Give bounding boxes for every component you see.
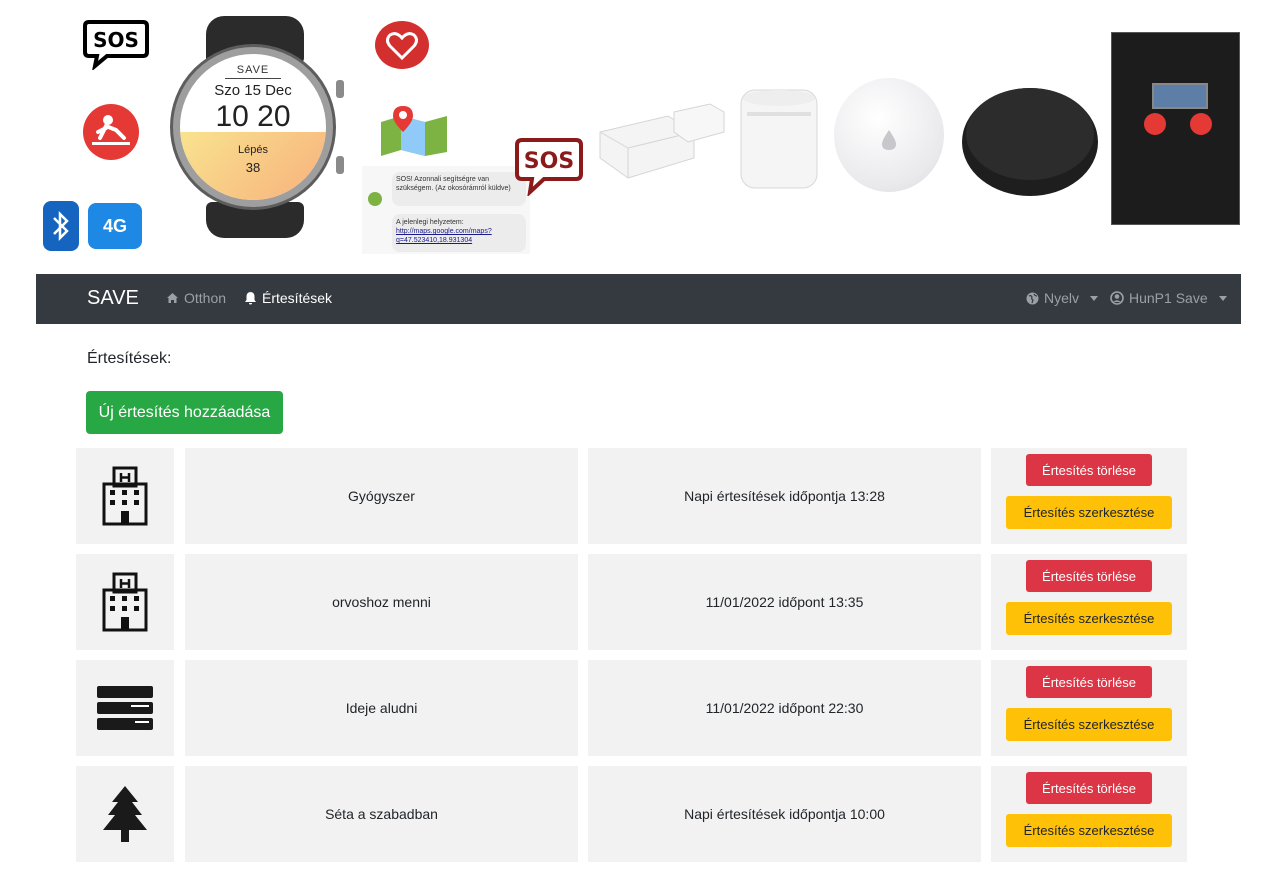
delete-notification-button[interactable]: Értesítés törlése	[1026, 772, 1152, 804]
chevron-down-icon	[1218, 295, 1227, 301]
notification-actions: Értesítés törlése Értesítés szerkesztése	[991, 660, 1187, 756]
notification-time: Napi értesítések időpontja 10:00	[588, 766, 981, 862]
watch-brand: SAVE	[236, 64, 270, 76]
notification-name: Gyógyszer	[185, 448, 578, 544]
user-dropdown[interactable]: HunP1 Save	[1110, 290, 1227, 306]
sos-bubble-icon: SOS	[515, 138, 583, 196]
nav-home-label: Otthon	[184, 290, 227, 306]
notification-time: 11/01/2022 időpont 13:35	[588, 554, 981, 650]
notification-time: 11/01/2022 időpont 22:30	[588, 660, 981, 756]
panel-screen	[1152, 83, 1208, 109]
sms-message-2: A jelenlegi helyzetem: http://maps.googl…	[392, 214, 526, 252]
motion-sensor-image	[740, 89, 818, 189]
hospital-icon	[102, 466, 148, 526]
notification-icon-cell	[76, 554, 174, 650]
notification-actions: Értesítés törlése Értesítés szerkesztése	[991, 448, 1187, 544]
edit-notification-button[interactable]: Értesítés szerkesztése	[1006, 708, 1172, 741]
home-icon	[167, 293, 178, 303]
notification-actions: Értesítés törlése Értesítés szerkesztése	[991, 554, 1187, 650]
globe-icon	[1026, 292, 1039, 304]
lte-label: 4G	[102, 215, 127, 236]
sms-map-link: http://maps.google.com/maps?q=47.523410,…	[396, 228, 492, 244]
product-banner: SOS 4G SAVE Szo 15 Dec 10 20 Lépés 38 SO…	[0, 0, 1271, 262]
smartwatch-image: SAVE Szo 15 Dec 10 20 Lépés 38	[166, 16, 344, 238]
notification-time: Napi értesítések időpontja 13:28	[588, 448, 981, 544]
control-panel-image	[1111, 32, 1240, 225]
delete-notification-button[interactable]: Értesítés törlése	[1026, 666, 1152, 698]
heart-rate-icon	[375, 21, 429, 69]
language-dropdown[interactable]: Nyelv	[1026, 290, 1099, 306]
hospital-icon	[102, 572, 148, 632]
svg-text:SOS: SOS	[524, 149, 574, 174]
bluetooth-icon	[43, 201, 79, 251]
nav-home-link[interactable]: Otthon	[166, 290, 226, 306]
chevron-down-icon	[1090, 295, 1099, 301]
sms-message-2-label: A jelenlegi helyzetem:	[396, 219, 464, 226]
smart-hub-image	[962, 88, 1098, 196]
contact-avatar	[368, 192, 382, 206]
page-title: Értesítések:	[87, 350, 172, 367]
watch-steps-value: 38	[245, 160, 261, 175]
panel-red-button	[1190, 113, 1212, 135]
language-label: Nyelv	[1044, 290, 1080, 306]
delete-notification-button[interactable]: Értesítés törlése	[1026, 454, 1152, 486]
user-circle-icon	[1110, 291, 1124, 305]
watch-time: 10 20	[215, 100, 291, 133]
watch-date: Szo 15 Dec	[214, 82, 292, 99]
map-location-icon	[381, 106, 447, 156]
navbar: SAVE Otthon Értesítések Nyelv HunP1 Save	[36, 274, 1241, 324]
notification-icon-cell	[76, 448, 174, 544]
tree-icon	[103, 786, 147, 842]
notification-actions: Értesítés törlése Értesítés szerkesztése	[991, 766, 1187, 862]
watch-steps-label: Lépés	[238, 144, 268, 156]
lte-icon: 4G	[88, 203, 142, 249]
notification-name: Séta a szabadban	[185, 766, 578, 862]
navbar-brand[interactable]: SAVE	[87, 287, 139, 310]
delete-notification-button[interactable]: Értesítés törlése	[1026, 560, 1152, 592]
edit-notification-button[interactable]: Értesítés szerkesztése	[1006, 814, 1172, 847]
user-label: HunP1 Save	[1129, 290, 1208, 306]
nav-notifications-label: Értesítések	[262, 290, 333, 306]
fall-detection-icon	[83, 104, 139, 160]
notification-name: orvoshoz menni	[185, 554, 578, 650]
edit-notification-button[interactable]: Értesítés szerkesztése	[1006, 602, 1172, 635]
nav-notifications-link[interactable]: Értesítések	[244, 290, 332, 306]
sms-preview: SOS! Azonnali segítségre van szükségem. …	[362, 166, 530, 254]
edit-notification-button[interactable]: Értesítés szerkesztése	[1006, 496, 1172, 529]
add-notification-button[interactable]: Új értesítés hozzáadása	[86, 391, 283, 434]
sos-bubble-icon: SOS	[83, 20, 149, 70]
panel-red-button	[1144, 113, 1166, 135]
bell-icon	[245, 292, 256, 305]
bed-icon	[97, 686, 153, 730]
sms-message-1: SOS! Azonnali segítségre van szükségem. …	[392, 172, 526, 206]
door-sensor-image	[599, 103, 725, 179]
notification-icon-cell	[76, 660, 174, 756]
notification-icon-cell	[76, 766, 174, 862]
water-leak-sensor-image	[834, 78, 944, 192]
svg-text:SOS: SOS	[93, 28, 139, 52]
notification-name: Ideje aludni	[185, 660, 578, 756]
